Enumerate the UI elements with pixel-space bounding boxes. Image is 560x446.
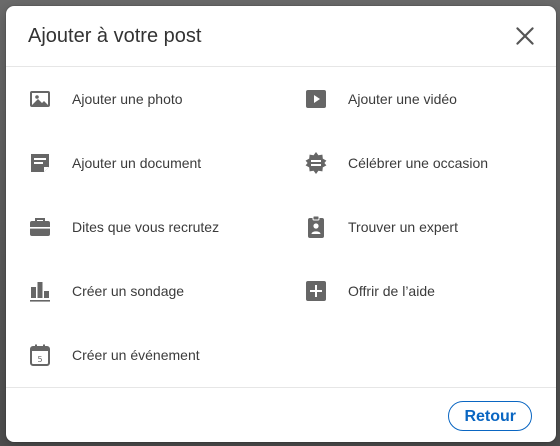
expert-badge-icon — [308, 215, 324, 238]
option-label: Ajouter un document — [72, 155, 202, 171]
dialog-header: Ajouter à votre post — [6, 6, 556, 67]
option-celebrate-occasion[interactable]: Célébrer une occasion — [304, 143, 554, 183]
dialog-title: Ajouter à votre post — [28, 25, 202, 47]
close-icon[interactable] — [512, 23, 538, 49]
photo-icon — [30, 91, 50, 107]
back-button[interactable]: Retour — [448, 401, 532, 431]
dialog-footer: Retour — [6, 387, 556, 442]
option-label: Créer un sondage — [72, 283, 185, 299]
option-label: Ajouter une vidéo — [348, 91, 457, 107]
plus-box-icon — [306, 281, 326, 301]
option-find-expert[interactable]: Trouver un expert — [304, 207, 554, 247]
add-to-post-dialog: Ajouter à votre post Ajouter une photo A… — [6, 6, 556, 442]
option-label: Dites que vous recrutez — [72, 219, 220, 235]
poll-icon — [30, 282, 50, 302]
option-label: Trouver un expert — [348, 219, 458, 235]
celebrate-icon — [305, 152, 327, 174]
briefcase-icon — [30, 218, 50, 236]
video-icon — [306, 90, 326, 108]
option-create-poll[interactable]: Créer un sondage — [28, 271, 278, 311]
option-offer-help[interactable]: Offrir de l’aide — [304, 271, 554, 311]
option-add-video[interactable]: Ajouter une vidéo — [304, 79, 554, 119]
option-add-photo[interactable]: Ajouter une photo — [28, 79, 278, 119]
option-label: Créer un événement — [72, 347, 200, 363]
option-add-document[interactable]: Ajouter un document — [28, 143, 278, 183]
option-create-event[interactable]: 5 Créer un événement — [28, 335, 278, 375]
option-hiring[interactable]: Dites que vous recrutez — [28, 207, 278, 247]
option-label: Offrir de l’aide — [348, 283, 435, 299]
svg-text:5: 5 — [37, 355, 42, 364]
calendar-icon: 5 — [30, 344, 50, 366]
option-label: Ajouter une photo — [72, 91, 183, 107]
document-icon — [31, 154, 49, 172]
option-label: Célébrer une occasion — [348, 155, 489, 171]
